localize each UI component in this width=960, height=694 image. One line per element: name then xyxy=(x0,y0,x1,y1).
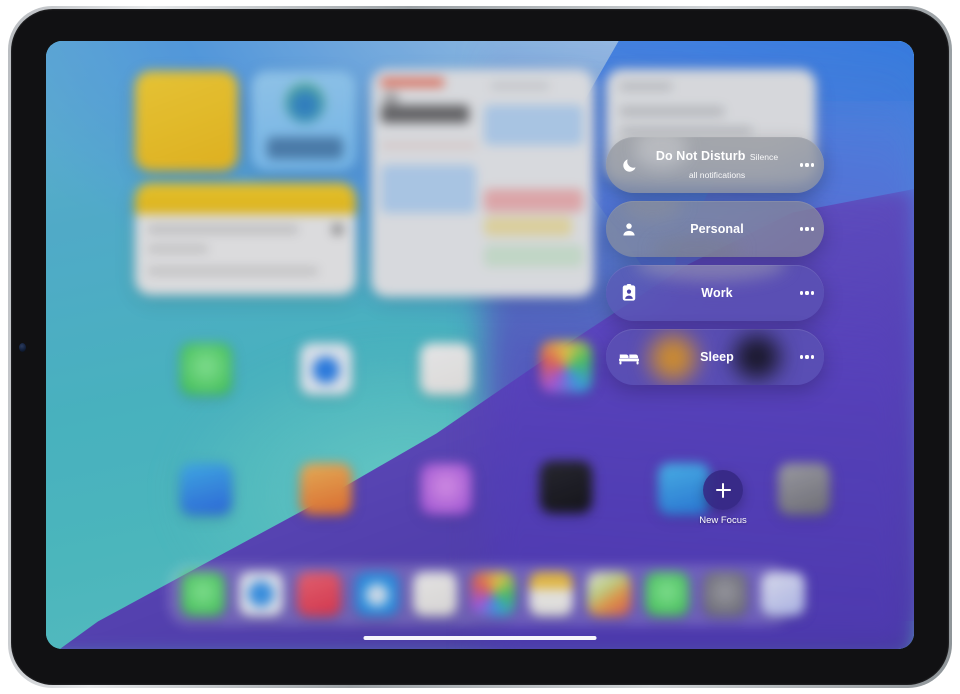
focus-mode-work[interactable]: Work xyxy=(606,265,824,321)
plus-icon xyxy=(703,470,743,510)
focus-more-options-button[interactable] xyxy=(790,291,824,295)
moon-icon xyxy=(606,157,652,174)
focus-mode-label: Work xyxy=(701,286,733,300)
new-focus-button[interactable]: New Focus xyxy=(678,470,768,526)
focus-mode-sleep[interactable]: Sleep xyxy=(606,329,824,385)
focus-mode-personal[interactable]: Personal xyxy=(606,201,824,257)
ipad-screen: Do Not Disturb Silence all notifications xyxy=(46,41,914,649)
home-indicator[interactable] xyxy=(363,636,597,640)
focus-panel: Do Not Disturb Silence all notifications xyxy=(606,137,838,393)
new-focus-label: New Focus xyxy=(699,515,747,526)
focus-more-options-button[interactable] xyxy=(790,355,824,359)
bed-icon xyxy=(606,350,652,365)
focus-mode-do-not-disturb[interactable]: Do Not Disturb Silence all notifications xyxy=(606,137,824,193)
plus-glyph xyxy=(715,482,731,498)
front-camera-icon xyxy=(19,343,26,352)
focus-more-options-button[interactable] xyxy=(790,227,824,231)
focus-mode-label: Do Not Disturb xyxy=(655,149,746,163)
person-icon xyxy=(606,221,652,238)
focus-mode-label: Personal xyxy=(690,222,744,236)
focus-mode-text: Do Not Disturb Silence all notifications xyxy=(652,147,790,183)
id-badge-icon xyxy=(606,284,652,302)
focus-mode-text: Sleep xyxy=(652,348,790,366)
focus-mode-text: Personal xyxy=(652,220,790,238)
focus-mode-label: Sleep xyxy=(700,350,734,364)
focus-more-options-button[interactable] xyxy=(790,163,824,167)
focus-mode-text: Work xyxy=(652,284,790,302)
